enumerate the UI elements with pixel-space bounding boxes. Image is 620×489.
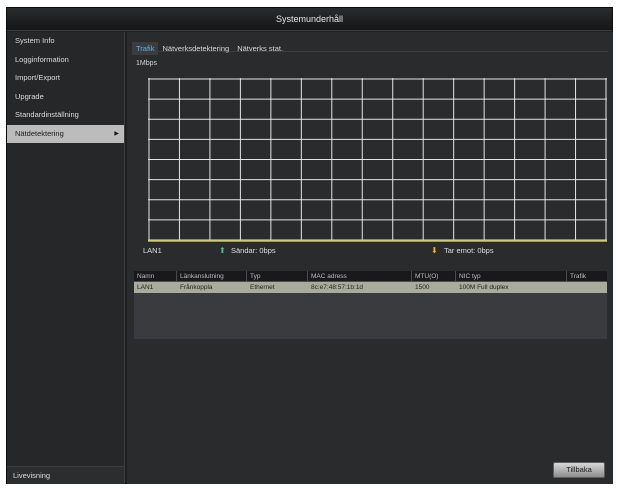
- arrow-up-icon: ⬆: [219, 246, 226, 255]
- tab-network-stat[interactable]: Nätverks stat.: [233, 42, 287, 55]
- tab-traffic[interactable]: Trafik: [132, 42, 159, 55]
- tab-network-detection[interactable]: Nätverksdetektering: [158, 42, 233, 55]
- column-header: Länkanslutning: [177, 271, 247, 281]
- sidebar-item-label: System Info: [15, 36, 55, 45]
- chevron-right-icon: ▶: [114, 130, 119, 137]
- sidebar-item-log-info[interactable]: Logginformation: [7, 51, 124, 70]
- sidebar-item-label: Logginformation: [15, 54, 69, 64]
- live-view-button[interactable]: Livevisning: [7, 466, 124, 484]
- table-cell: Ethernet: [250, 284, 275, 291]
- back-button[interactable]: Tillbaka: [553, 462, 605, 478]
- table-cell: 1500: [415, 284, 430, 291]
- table-header: Namn Länkanslutning Typ MAC adress MTU(O…: [134, 271, 607, 282]
- sidebar-item-import-export[interactable]: Import/Export: [7, 69, 124, 88]
- table-cell: 8c:e7:48:57:1b:1d: [311, 284, 364, 291]
- main-content: Trafik Nätverksdetektering Nätverks stat. …: [127, 32, 613, 484]
- sidebar-item-label: Upgrade: [15, 91, 44, 101]
- sidebar-item-network-detection[interactable]: Nätdetektering ▶: [7, 124, 124, 143]
- maintenance-window: Systemunderhåll System Info Logginformat…: [6, 7, 613, 484]
- column-header: Namn: [134, 271, 177, 281]
- tab-bar: Trafik Nätverksdetektering Nätverks stat.: [132, 38, 608, 55]
- sidebar-item-label: Import/Export: [15, 73, 61, 82]
- table-cell: [567, 282, 607, 293]
- sidebar-item-upgrade[interactable]: Upgrade: [7, 88, 124, 107]
- arrow-down-icon: ⬇: [431, 246, 438, 255]
- traffic-legend: LAN1 ⬆ Sändar: 0bps ⬇ Tar emot: 0bps: [143, 244, 603, 258]
- receive-rate: Tar emot: 0bps: [444, 246, 494, 255]
- table-cell: LAN1: [137, 284, 154, 291]
- table-row[interactable]: LAN1 Frånkoppla Ethernet 8c:e7:48:57:1b:…: [134, 282, 607, 293]
- sidebar-item-system-info[interactable]: System Info: [7, 32, 124, 51]
- column-header: MAC adress: [308, 271, 412, 281]
- network-table: Namn Länkanslutning Typ MAC adress MTU(O…: [134, 271, 607, 339]
- table-cell: Frånkoppla: [180, 284, 213, 291]
- sidebar-item-default-settings[interactable]: Standardinställning: [7, 106, 124, 125]
- window-title: Systemunderhåll: [7, 8, 612, 31]
- interface-label: LAN1: [143, 246, 162, 255]
- sidebar-item-label: Standardinställning: [15, 110, 79, 119]
- column-header: MTU(O): [412, 271, 456, 281]
- column-header: Trafik: [570, 273, 587, 280]
- table-cell: 100M Full duplex: [459, 284, 509, 291]
- column-header: Typ: [247, 271, 308, 281]
- traffic-graph: [148, 78, 607, 242]
- sidebar: System Info Logginformation Import/Expor…: [7, 32, 125, 484]
- column-header: NIC typ: [456, 271, 567, 281]
- send-rate: Sändar: 0bps: [231, 246, 276, 255]
- sidebar-item-label: Nätdetektering: [15, 128, 64, 138]
- graph-unit-label: 1Mbps: [136, 60, 158, 67]
